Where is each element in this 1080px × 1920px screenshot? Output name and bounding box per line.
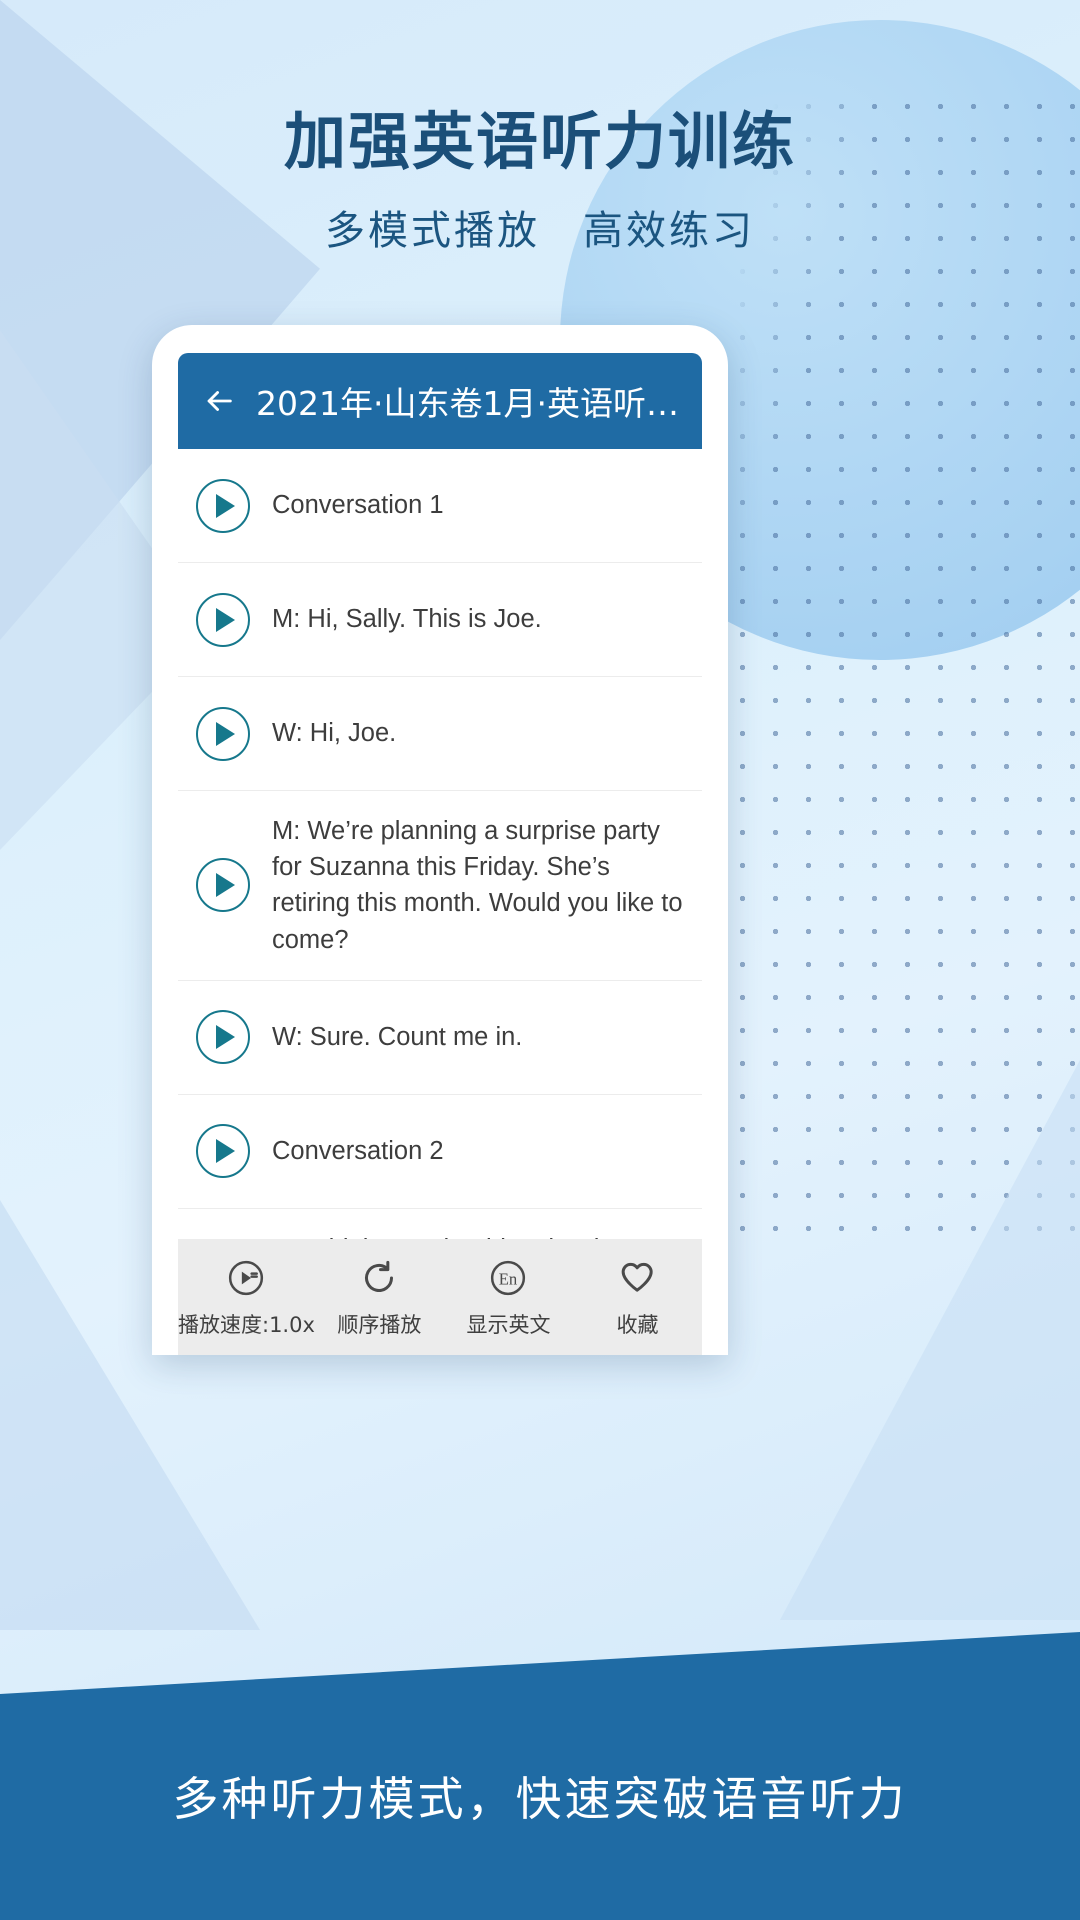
list-item-label: Conversation 1 [272,491,444,520]
promo-banner-text: 多种听力模式，快速突破语音听力 [172,1772,908,1826]
phone-mockup: 2021年·山东卷1月·英语听… Conversation 1 M: Hi, S… [152,325,728,1355]
list-item-label: Conversation 2 [272,1137,444,1166]
list-item[interactable]: M: I think you should try hard to get th… [178,1209,702,1239]
app-screen: 2021年·山东卷1月·英语听… Conversation 1 M: Hi, S… [178,353,702,1355]
play-order-label: 顺序播放 [337,1312,422,1337]
player-toolbar: 播放速度:1.0x 顺序播放 En 显示英文 收藏 [178,1239,702,1355]
playback-speed-label: 播放速度:1.0x [178,1312,315,1337]
loop-order-icon [357,1256,401,1300]
list-item[interactable]: W: Hi, Joe. [178,677,702,791]
transcript-list: Conversation 1 M: Hi, Sally. This is Joe… [178,449,702,1239]
promo-banner-content: 多种听力模式，快速突破语音听力 [0,1632,1080,1920]
play-icon[interactable] [196,706,250,761]
list-item[interactable]: W: Sure. Count me in. [178,981,702,1095]
play-icon[interactable] [196,1010,250,1065]
list-item[interactable]: Conversation 2 [178,1095,702,1209]
list-item-label: M: Hi, Sally. This is Joe. [272,605,542,634]
heart-icon [615,1256,659,1300]
promo-subheadline: 多模式播放 高效练习 [325,208,755,255]
list-item[interactable]: M: Hi, Sally. This is Joe. [178,563,702,677]
play-icon[interactable] [196,592,250,647]
playback-speed-button[interactable]: 播放速度:1.0x [178,1256,315,1339]
page-title: 2021年·山东卷1月·英语听… [256,384,679,423]
list-item[interactable]: M: We’re planning a surprise party for S… [178,791,702,981]
favorite-label: 收藏 [616,1312,659,1337]
play-icon[interactable] [196,858,250,913]
list-item[interactable]: Conversation 1 [178,449,702,563]
promo-headline: 加强英语听力训练 [283,105,796,178]
arrow-left-icon[interactable] [196,378,242,424]
show-english-label: 显示英文 [466,1312,551,1337]
play-icon[interactable] [196,1124,250,1179]
list-item-label: M: We’re planning a surprise party for S… [272,817,683,954]
list-item-label: W: Hi, Joe. [272,719,397,748]
promo-header: 加强英语听力训练 多模式播放 高效练习 [0,105,1080,256]
show-english-button[interactable]: En 显示英文 [444,1256,573,1339]
svg-text:En: En [499,1269,518,1288]
show-english-icon: En [486,1256,530,1300]
play-speed-icon [224,1256,268,1300]
app-header: 2021年·山东卷1月·英语听… [178,353,702,449]
play-icon[interactable] [196,478,250,533]
list-item-label: M: I think you should try hard to get th… [272,1231,686,1239]
favorite-button[interactable]: 收藏 [573,1256,702,1339]
play-order-button[interactable]: 顺序播放 [315,1256,444,1339]
list-item-label: W: Sure. Count me in. [272,1023,523,1052]
